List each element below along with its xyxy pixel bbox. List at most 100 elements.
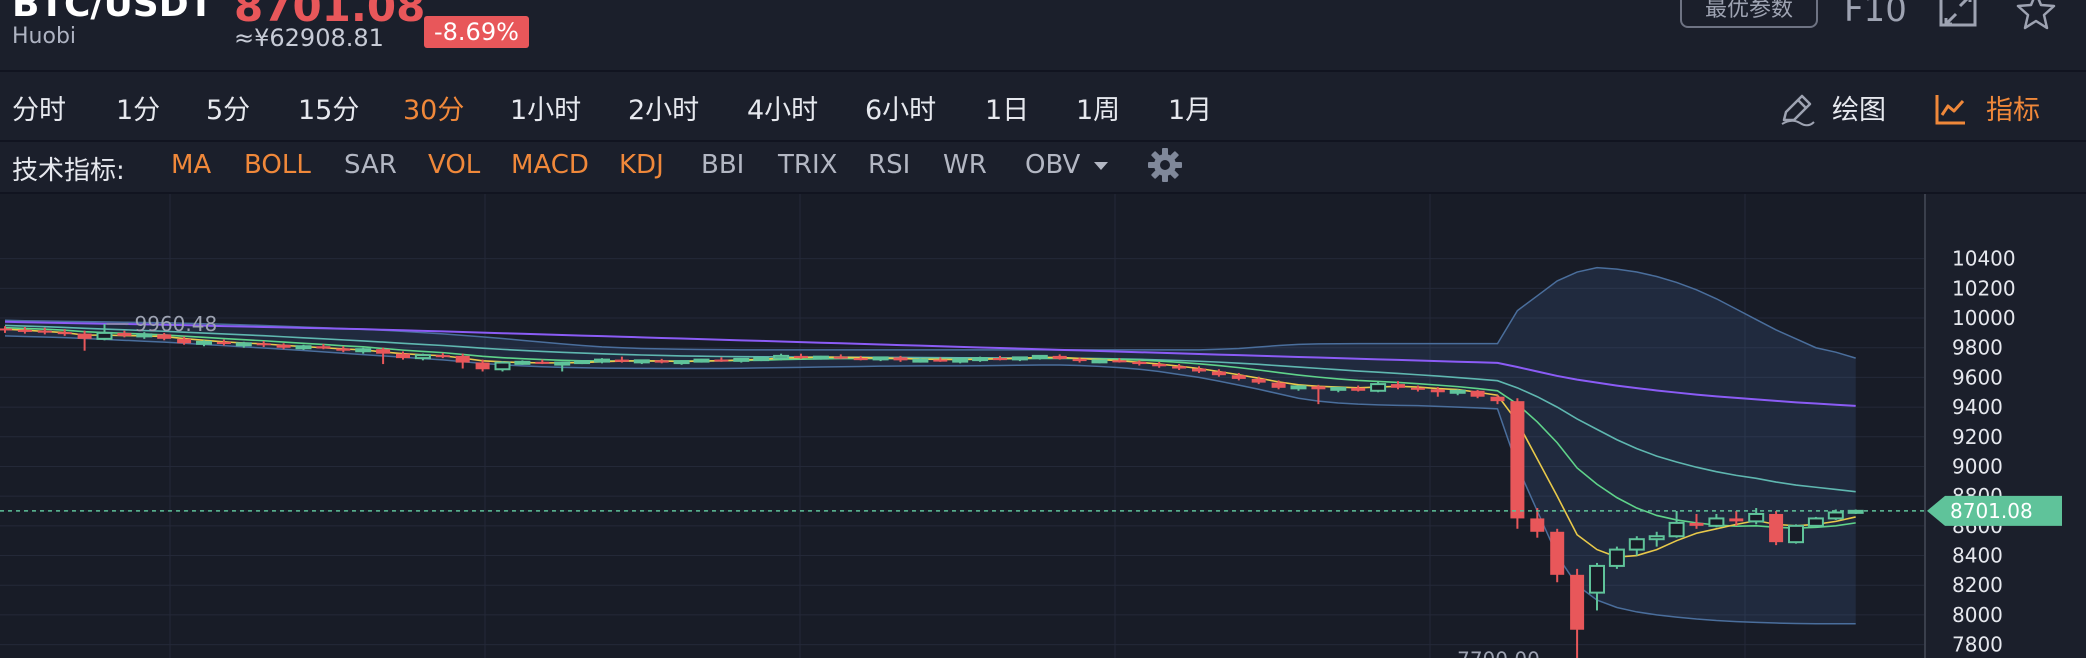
timeframe-item[interactable]: 1周 bbox=[1076, 88, 1120, 127]
timeframe-item[interactable]: 2小时 bbox=[628, 88, 699, 127]
candle-body bbox=[1550, 531, 1565, 575]
candle-body bbox=[1052, 355, 1067, 359]
timeframe-item[interactable]: 1日 bbox=[985, 88, 1029, 127]
candle-body bbox=[276, 344, 291, 348]
indicator-label: 指标 bbox=[1986, 95, 2040, 126]
candle-body bbox=[1648, 535, 1665, 541]
indicator-kdj[interactable]: KDJ bbox=[619, 150, 664, 180]
indicator-ma[interactable]: MA bbox=[171, 150, 211, 180]
candle-body bbox=[96, 331, 113, 340]
candlestick-chart[interactable]: 9960.48 7700.00 10400 10200 10000 9800 9600 94… bbox=[0, 194, 2086, 658]
candle-body bbox=[216, 341, 231, 345]
trading-pair: BTC/USDT bbox=[12, 0, 214, 25]
indicator-bbi[interactable]: BBI bbox=[701, 150, 744, 180]
y-tick-label: 10200 bbox=[1952, 276, 2016, 300]
candle-body bbox=[633, 359, 650, 364]
timeframe-item[interactable]: 1分 bbox=[116, 88, 160, 127]
y-tick-label: 10400 bbox=[1952, 247, 2016, 271]
candle-body bbox=[1470, 390, 1485, 397]
candle-body bbox=[1290, 385, 1307, 390]
candle-body bbox=[396, 353, 410, 359]
indicator-macd[interactable]: MACD bbox=[511, 150, 589, 180]
candle-body bbox=[455, 355, 470, 363]
change-badge: -8.69% bbox=[424, 16, 529, 48]
candle-body bbox=[654, 360, 669, 363]
candle-body bbox=[435, 355, 450, 358]
y-tick-label: 9200 bbox=[1952, 425, 2003, 449]
header: BTC/USDT 8701.08 Huobi ≈¥62908.81 -8.69%… bbox=[0, 0, 2086, 72]
candle-body bbox=[872, 356, 889, 361]
candle-body bbox=[1608, 548, 1625, 567]
candle-body bbox=[1031, 354, 1048, 359]
indicator-rsi[interactable]: RSI bbox=[868, 150, 910, 180]
candle-body bbox=[235, 342, 252, 347]
candle-body bbox=[833, 356, 848, 359]
candle-body bbox=[1251, 378, 1266, 383]
candle-body bbox=[37, 330, 52, 333]
low-price-marker: 7700.00 bbox=[1457, 647, 1540, 658]
candle-body bbox=[1152, 364, 1167, 367]
timeframe-item[interactable]: 1小时 bbox=[510, 88, 581, 127]
indicator-vol[interactable]: VOL bbox=[428, 150, 480, 180]
candle-body bbox=[574, 360, 591, 365]
candle-body bbox=[1570, 574, 1585, 630]
candle-body bbox=[117, 332, 132, 336]
candle-body bbox=[812, 355, 829, 360]
candle-body bbox=[1330, 386, 1347, 391]
candle-body bbox=[1589, 564, 1605, 594]
high-price-marker: 9960.48 bbox=[135, 312, 218, 336]
timeframe-item[interactable]: 分时 bbox=[12, 88, 66, 127]
timeframe-item[interactable]: 1月 bbox=[1168, 88, 1212, 127]
candle-body bbox=[1311, 386, 1326, 390]
indicators-title: 技术指标: bbox=[12, 156, 125, 186]
candle-body bbox=[256, 343, 271, 346]
candle-body bbox=[594, 358, 610, 363]
candle-body bbox=[376, 349, 391, 354]
indicator-boll[interactable]: BOLL bbox=[244, 150, 311, 180]
candle-body bbox=[1628, 538, 1645, 551]
timeframe-item[interactable]: 15分 bbox=[298, 88, 359, 127]
timeframe-item[interactable]: 4小时 bbox=[747, 88, 818, 127]
candle-body bbox=[993, 358, 1007, 361]
indicator-wr[interactable]: WR bbox=[943, 150, 987, 180]
candle-body bbox=[1769, 513, 1784, 543]
candle-body bbox=[514, 360, 531, 365]
y-tick-label: 9400 bbox=[1952, 395, 2003, 419]
candle-body bbox=[1172, 366, 1187, 369]
f10-button[interactable]: F10 bbox=[1844, 0, 1907, 30]
candle-body bbox=[753, 357, 770, 362]
candle-body bbox=[475, 362, 490, 370]
chevron-down-icon[interactable] bbox=[1094, 162, 1108, 170]
candle-body bbox=[77, 333, 92, 339]
gear-icon[interactable] bbox=[1146, 146, 1184, 184]
indicator-obv[interactable]: OBV bbox=[1025, 150, 1080, 180]
expand-icon[interactable] bbox=[1938, 0, 1978, 28]
y-tick-label: 8400 bbox=[1952, 544, 2003, 568]
candle-body bbox=[1510, 401, 1525, 519]
indicator-trix[interactable]: TRIX bbox=[778, 150, 837, 180]
candle-body bbox=[554, 361, 571, 366]
candle-body bbox=[1211, 371, 1226, 376]
candle-body bbox=[1091, 359, 1108, 364]
star-outline-icon[interactable] bbox=[2016, 0, 2056, 30]
candle-body bbox=[972, 357, 989, 362]
timeframe-item[interactable]: 30分 bbox=[403, 88, 464, 127]
y-tick-label: 9800 bbox=[1952, 336, 2003, 360]
candle-body bbox=[17, 329, 32, 332]
timeframe-item[interactable]: 5分 bbox=[206, 88, 250, 127]
candle-body bbox=[295, 345, 312, 350]
candle-body bbox=[1271, 382, 1286, 388]
candle-body bbox=[912, 358, 929, 363]
candle-body bbox=[196, 340, 212, 345]
candle-body bbox=[1231, 375, 1246, 379]
line-chart-icon bbox=[1935, 95, 1965, 125]
best-params-button[interactable]: 最优参数 bbox=[1680, 0, 1818, 28]
indicator-sar[interactable]: SAR bbox=[344, 150, 397, 180]
y-tick-label: 9600 bbox=[1952, 365, 2003, 389]
current-price-label: 8701.08 bbox=[1950, 499, 2033, 523]
exchange-name: Huobi bbox=[12, 24, 77, 49]
timeframe-item[interactable]: 6小时 bbox=[865, 88, 936, 127]
candle-body bbox=[316, 346, 331, 349]
candle-body bbox=[1490, 396, 1505, 402]
candle-body bbox=[1807, 517, 1824, 527]
